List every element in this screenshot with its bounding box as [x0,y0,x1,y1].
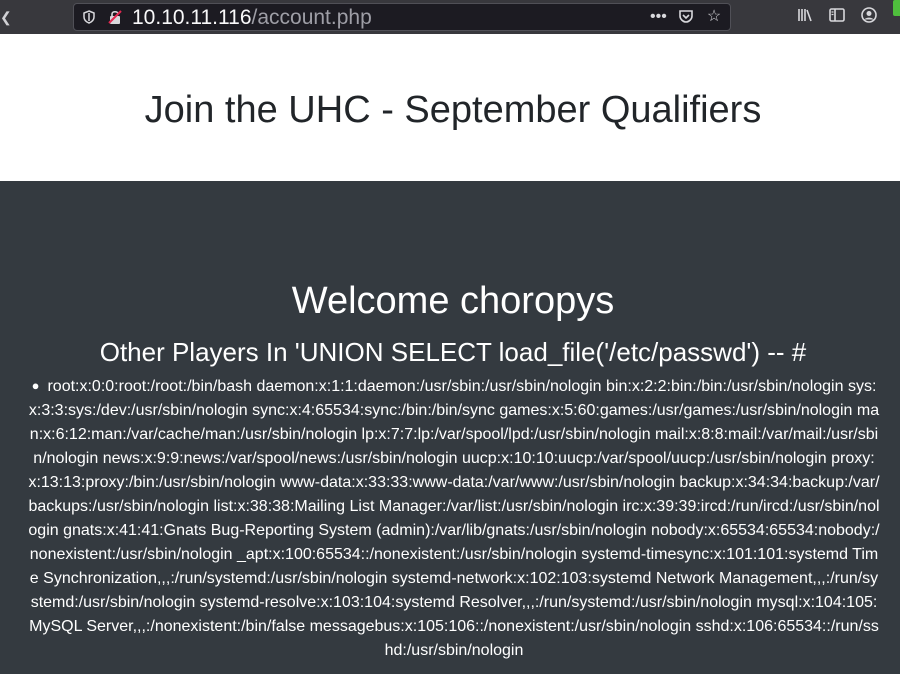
shield-icon[interactable] [82,10,96,24]
url-path: /account.php [251,6,372,29]
main-content: Welcome choropys Other Players In 'UNION… [0,181,900,674]
extension-badge-icon[interactable] [893,0,900,16]
players-list: ● root:x:0:0:root:/root:/bin/bash daemon:… [28,374,880,663]
more-icon[interactable]: ••• [650,8,667,26]
toolbar-right-icons [796,6,878,26]
url-actions: ••• ☆ [650,8,722,26]
url-text[interactable]: 10.10.11.116/account.php [132,5,372,31]
browser-toolbar: ❮ 10.10.11.116/account.php ••• ☆ [0,0,900,34]
insecure-lock-icon[interactable] [107,9,123,25]
bullet-icon: ● [31,378,40,393]
sidebar-icon[interactable] [828,6,846,26]
url-bar[interactable]: 10.10.11.116/account.php ••• ☆ [73,3,731,31]
welcome-heading: Welcome choropys [291,280,615,322]
player-entry: root:x:0:0:root:/root:/bin/bash daemon:x… [28,378,880,659]
account-icon[interactable] [860,6,878,26]
players-heading: Other Players In 'UNION SELECT load_file… [99,337,807,367]
page-title: Join the UHC - September Qualifiers [144,89,762,131]
bookmark-star-icon[interactable]: ☆ [706,8,722,26]
list-item: ● root:x:0:0:root:/root:/bin/bash daemon:… [28,374,880,663]
page-header: Join the UHC - September Qualifiers [0,34,900,181]
back-arrow-icon[interactable]: ❮ [0,8,12,26]
url-host: 10.10.11.116 [132,6,252,29]
pocket-icon[interactable] [678,8,694,26]
library-icon[interactable] [796,6,814,26]
